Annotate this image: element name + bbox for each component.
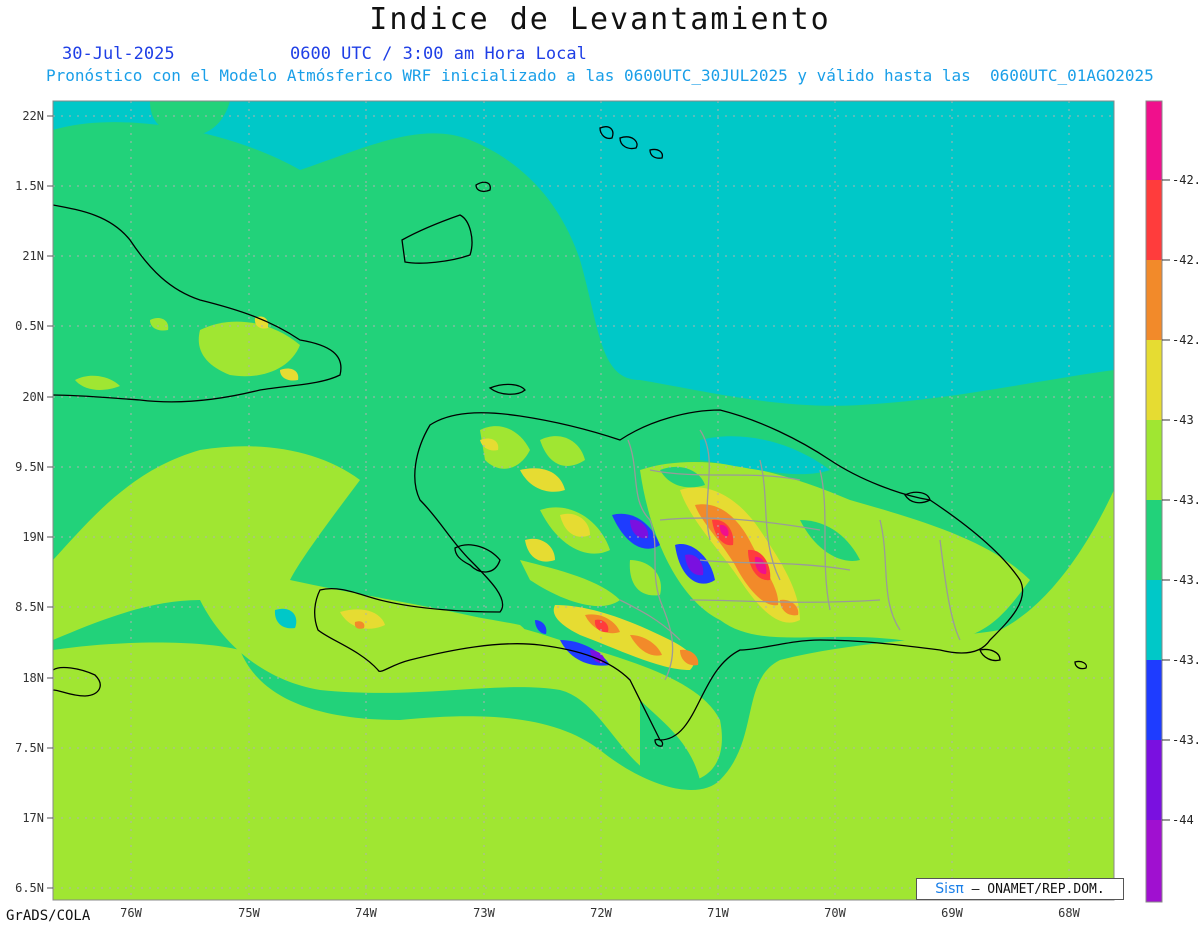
colorbar-swatch	[1146, 500, 1162, 580]
colorbar-label: -43	[1172, 413, 1194, 427]
lon-label: 74W	[355, 906, 377, 920]
colorbar-swatch	[1146, 740, 1162, 820]
colorbar-label: -43.2	[1172, 493, 1200, 507]
lat-label: 22N	[22, 109, 44, 123]
onamet-credit: Sisπ – ONAMET/REP.DOM.	[916, 878, 1124, 900]
colorbar-label: -43.4	[1172, 573, 1200, 587]
lat-label: 9.5N	[15, 460, 44, 474]
colorbar-swatch	[1146, 260, 1162, 340]
colorbar-label: -42.6	[1172, 253, 1200, 267]
lon-label: 71W	[707, 906, 729, 920]
colorbar-swatch	[1146, 580, 1162, 660]
sispi-logo: Sisπ	[935, 881, 964, 897]
lat-label: 8.5N	[15, 600, 44, 614]
colorbar: -42.4 -42.6 -42.8 -43 -43.2 -43.4 -43.6 …	[1145, 100, 1200, 903]
colorbar-label: -42.4	[1172, 173, 1200, 187]
lat-label: 17N	[22, 811, 44, 825]
onamet-credit-text: – ONAMET/REP.DOM.	[971, 882, 1105, 897]
lon-label: 72W	[590, 906, 612, 920]
colorbar-swatch	[1146, 180, 1162, 260]
colorbar-swatch	[1146, 420, 1162, 500]
colorbar-label: -43.8	[1172, 733, 1200, 747]
lon-label: 76W	[120, 906, 142, 920]
longitude-labels: 76W 75W 74W 73W 72W 71W 70W 69W 68W	[120, 906, 1080, 920]
lat-label: 6.5N	[15, 881, 44, 895]
lat-label: 18N	[22, 671, 44, 685]
colorbar-label: -42.8	[1172, 333, 1200, 347]
lifted-index-map: 22N 1.5N 21N 0.5N 20N 9.5N 19N 8.5N 18N …	[15, 100, 1200, 920]
colorbar-label: -44	[1172, 813, 1194, 827]
grads-credit: GrADS/COLA	[6, 908, 91, 924]
lon-label: 68W	[1058, 906, 1080, 920]
lat-label: 20N	[22, 390, 44, 404]
colorbar-swatch	[1146, 820, 1162, 902]
lon-label: 75W	[238, 906, 260, 920]
colorbar-swatch	[1146, 340, 1162, 420]
latitude-labels: 22N 1.5N 21N 0.5N 20N 9.5N 19N 8.5N 18N …	[15, 109, 44, 895]
lat-label: 1.5N	[15, 179, 44, 193]
lat-label: 0.5N	[15, 319, 44, 333]
colorbar-swatch	[1146, 660, 1162, 740]
lat-label: 19N	[22, 530, 44, 544]
lat-label: 21N	[22, 249, 44, 263]
lat-label: 7.5N	[15, 741, 44, 755]
colorbar-swatch	[1146, 101, 1162, 180]
colorbar-label: -43.6	[1172, 653, 1200, 667]
field-layer	[53, 101, 1114, 900]
lon-label: 70W	[824, 906, 846, 920]
lon-label: 69W	[941, 906, 963, 920]
lon-label: 73W	[473, 906, 495, 920]
